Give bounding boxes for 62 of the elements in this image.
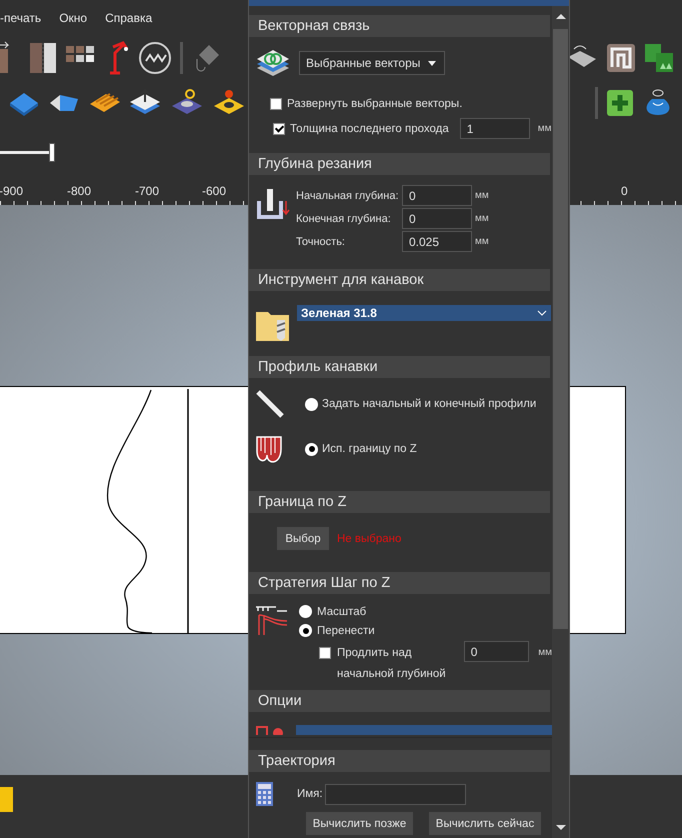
radio-button[interactable]: [299, 605, 312, 618]
maze-icon[interactable]: [606, 42, 636, 72]
panel-icon[interactable]: [28, 40, 58, 74]
slider-thumb[interactable]: [49, 143, 55, 162]
field-label: Конечная глубина:: [296, 212, 392, 224]
checkbox-label: Толщина последнего прохода: [290, 122, 449, 134]
radio-label: Задать начальный и конечный профили: [322, 398, 536, 410]
select-button[interactable]: Выбор: [277, 527, 329, 550]
diagonal-line-icon: [255, 388, 285, 420]
unit-label: мм: [475, 190, 489, 201]
section-header: Профиль канавки: [249, 356, 550, 378]
status-text: Не выбрано: [337, 532, 402, 544]
radio-label: Перенести: [317, 624, 375, 636]
input-field[interactable]: 1: [460, 118, 530, 139]
circle-icon[interactable]: [138, 40, 172, 74]
section-header: Глубина резания: [249, 153, 550, 175]
menu-item[interactable]: Окно: [59, 10, 88, 24]
input-field[interactable]: 0: [402, 185, 472, 206]
unit-label: мм: [475, 236, 489, 247]
radio-button[interactable]: [299, 624, 312, 637]
scrollbar[interactable]: [552, 6, 569, 838]
calculate-button[interactable]: Вычислить позже: [306, 812, 413, 835]
checkbox-label: Развернуть выбранные векторы.: [287, 98, 462, 110]
field-label: Имя:: [297, 788, 323, 800]
field-label: Точность:: [296, 236, 346, 248]
section-header: Опции: [249, 690, 550, 712]
checkbox[interactable]: [270, 98, 282, 110]
section-header: Стратегия Шаг по Z: [249, 572, 550, 594]
ruler-label: -600: [202, 184, 226, 198]
radio-button[interactable]: [305, 442, 318, 456]
section-header: Векторная связь: [249, 15, 550, 37]
dropdown[interactable]: Выбранные векторы: [299, 51, 446, 75]
ruler-label: -800: [67, 184, 92, 198]
calculator-icon: [256, 782, 273, 806]
shapes-icon[interactable]: [644, 42, 674, 72]
calculate-button[interactable]: Вычислить сейчас: [429, 812, 541, 835]
plus-icon[interactable]: [606, 88, 634, 116]
radio-label: Масштаб: [317, 606, 366, 618]
radio-button[interactable]: [305, 398, 318, 410]
checkbox-label: Продлить над начальной глубиной: [337, 646, 447, 682]
unit-label: мм: [538, 123, 552, 134]
caret-icon: [428, 60, 436, 66]
ruler-label: 0: [621, 184, 628, 198]
menu-item[interactable]: Справка: [105, 10, 152, 24]
input-field[interactable]: 0: [402, 208, 472, 229]
section-header: Граница по Z: [249, 491, 550, 513]
ruler-label: -700: [135, 184, 160, 198]
menu-item[interactable]: -печать: [0, 10, 42, 24]
input-field[interactable]: 0: [464, 641, 530, 662]
section-header: Инструмент для канавок: [249, 269, 550, 291]
radio-label: Исп. границу по Z: [322, 443, 417, 455]
status-swatch: [0, 787, 13, 812]
input-field[interactable]: 0.025: [402, 231, 472, 252]
input-field[interactable]: [324, 784, 466, 804]
checkbox[interactable]: [319, 647, 331, 659]
section-header: Траектория: [249, 750, 550, 772]
unit-label: мм: [475, 213, 489, 224]
field-label: Начальная глубина:: [296, 190, 400, 202]
chevron-icon: [537, 310, 547, 316]
tool-dropdown[interactable]: Зеленая 31.8: [297, 305, 551, 321]
checkbox[interactable]: [273, 122, 285, 134]
unit-label: мм: [538, 647, 552, 658]
